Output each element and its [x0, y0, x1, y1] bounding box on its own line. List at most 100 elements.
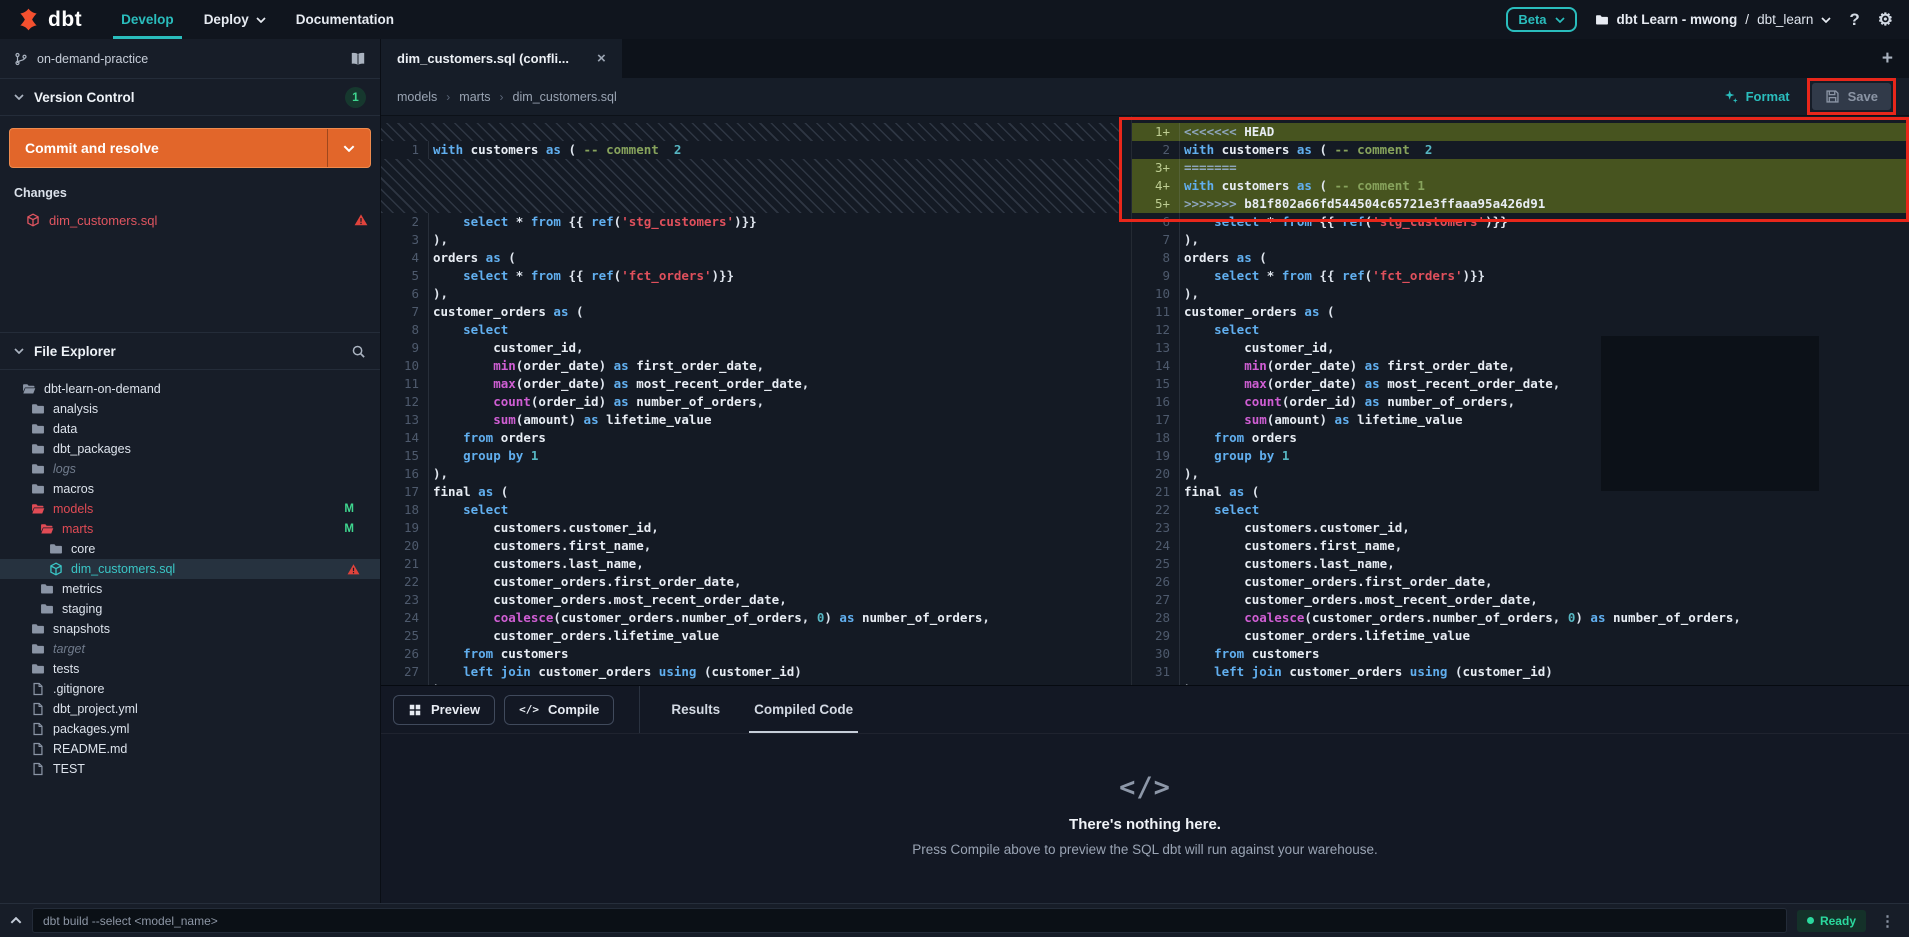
code-line-14[interactable]: 14 from orders: [381, 429, 1119, 447]
chevron-up-icon[interactable]: [10, 917, 22, 924]
code-line-28[interactable]: 28): [381, 681, 1119, 685]
code-line-8[interactable]: 8orders as (: [1132, 249, 1909, 267]
tab-compiled-code[interactable]: Compiled Code: [737, 686, 870, 733]
code-line-13[interactable]: 13 sum(amount) as lifetime_value: [381, 411, 1119, 429]
tree-item-dbt-learn-on-demand[interactable]: dbt-learn-on-demand: [0, 379, 380, 399]
branch-row[interactable]: on-demand-practice: [0, 39, 380, 79]
code-line-9[interactable]: 9 select * from {{ ref('fct_orders')}}: [1132, 267, 1909, 285]
code-line-10[interactable]: 10 min(order_date) as first_order_date,: [381, 357, 1119, 375]
code-line-28[interactable]: 28 coalesce(customer_orders.number_of_or…: [1132, 609, 1909, 627]
code-line-25[interactable]: 25 customer_orders.lifetime_value: [381, 627, 1119, 645]
code-line-3[interactable]: 3+=======: [1132, 159, 1909, 177]
tree-item-tests[interactable]: tests: [0, 659, 380, 679]
commit-dropdown-caret[interactable]: [327, 129, 370, 167]
tree-item-dim_customers.sql[interactable]: dim_customers.sql: [0, 559, 380, 579]
breadcrumb-marts[interactable]: marts: [459, 90, 490, 104]
breadcrumb-file[interactable]: dim_customers.sql: [513, 90, 617, 104]
commit-and-resolve-button[interactable]: Commit and resolve: [9, 128, 371, 168]
tree-item-snapshots[interactable]: snapshots: [0, 619, 380, 639]
code-line-6[interactable]: 6 select * from {{ ref('stg_customers')}…: [1132, 213, 1909, 231]
tree-item-staging[interactable]: staging: [0, 599, 380, 619]
tree-item-TEST[interactable]: TEST: [0, 759, 380, 779]
tree-item-target[interactable]: target: [0, 639, 380, 659]
code-line-24[interactable]: 24 customers.first_name,: [1132, 537, 1909, 555]
code-line-5[interactable]: 5+>>>>>>> b81f802a66fd544504c65721e3ffaa…: [1132, 195, 1909, 213]
breadcrumb-models[interactable]: models: [397, 90, 437, 104]
tree-item-README.md[interactable]: README.md: [0, 739, 380, 759]
code-line-18[interactable]: 18 select: [381, 501, 1119, 519]
code-line-25[interactable]: 25 customers.last_name,: [1132, 555, 1909, 573]
code-line-12[interactable]: 12 count(order_id) as number_of_orders,: [381, 393, 1119, 411]
dbt-logo[interactable]: dbt: [16, 7, 82, 32]
preview-button[interactable]: Preview: [393, 695, 495, 725]
code-line-20[interactable]: 20 customers.first_name,: [381, 537, 1119, 555]
format-button[interactable]: Format: [1723, 89, 1790, 105]
tree-item-data[interactable]: data: [0, 419, 380, 439]
code-line-30[interactable]: 30 from customers: [1132, 645, 1909, 663]
code-line-26[interactable]: 26 from customers: [381, 645, 1119, 663]
tree-item-analysis[interactable]: analysis: [0, 399, 380, 419]
code-line-4[interactable]: 4orders as (: [381, 249, 1119, 267]
editor-pane-left[interactable]: 1with customers as ( -- comment 2 2 selec…: [381, 116, 1119, 685]
code-line-29[interactable]: 29 customer_orders.lifetime_value: [1132, 627, 1909, 645]
beta-button[interactable]: Beta: [1506, 7, 1576, 32]
kebab-menu-icon[interactable]: ⋮: [1876, 912, 1899, 930]
code-line-22[interactable]: 22 customer_orders.first_order_date,: [381, 573, 1119, 591]
tree-item-.gitignore[interactable]: .gitignore: [0, 679, 380, 699]
search-icon[interactable]: [351, 344, 366, 359]
changed-file-row[interactable]: dim_customers.sql: [0, 208, 380, 232]
code-line-26[interactable]: 26 customer_orders.first_order_date,: [1132, 573, 1909, 591]
close-icon[interactable]: ×: [597, 50, 606, 67]
tree-item-dbt_project.yml[interactable]: dbt_project.yml: [0, 699, 380, 719]
code-line-23[interactable]: 23 customers.customer_id,: [1132, 519, 1909, 537]
code-line-10[interactable]: 10),: [1132, 285, 1909, 303]
book-icon[interactable]: [350, 51, 366, 67]
code-line-11[interactable]: 11customer_orders as (: [1132, 303, 1909, 321]
code-line-32[interactable]: 32): [1132, 681, 1909, 685]
tree-item-core[interactable]: core: [0, 539, 380, 559]
compile-button[interactable]: </> Compile: [504, 695, 614, 725]
code-line-15[interactable]: 15 group by 1: [381, 447, 1119, 465]
nav-documentation[interactable]: Documentation: [296, 0, 394, 39]
version-control-header[interactable]: Version Control 1: [0, 79, 380, 116]
code-line-11[interactable]: 11 max(order_date) as most_recent_order_…: [381, 375, 1119, 393]
tree-item-models[interactable]: modelsM: [0, 499, 380, 519]
tree-item-dbt_packages[interactable]: dbt_packages: [0, 439, 380, 459]
code-line-7[interactable]: 7),: [1132, 231, 1909, 249]
tab-results[interactable]: Results: [654, 686, 737, 733]
tree-item-metrics[interactable]: metrics: [0, 579, 380, 599]
account-switcher[interactable]: dbt Learn - mwong / dbt_learn: [1595, 12, 1832, 27]
code-line-2[interactable]: 2with customers as ( -- comment 2: [1132, 141, 1909, 159]
tree-item-marts[interactable]: martsM: [0, 519, 380, 539]
code-line-31[interactable]: 31 left join customer_orders using (cust…: [1132, 663, 1909, 681]
code-line-1[interactable]: 1+<<<<<<< HEAD: [1132, 123, 1909, 141]
save-button[interactable]: Save: [1812, 83, 1891, 110]
code-line-5[interactable]: 5 select * from {{ ref('fct_orders')}}: [381, 267, 1119, 285]
tree-item-macros[interactable]: macros: [0, 479, 380, 499]
code-line-7[interactable]: 7customer_orders as (: [381, 303, 1119, 321]
tree-item-logs[interactable]: logs: [0, 459, 380, 479]
code-line-1[interactable]: 1with customers as ( -- comment 2: [381, 141, 1119, 159]
help-icon[interactable]: ?: [1849, 10, 1859, 30]
file-explorer-header[interactable]: File Explorer: [0, 333, 380, 370]
code-line-22[interactable]: 22 select: [1132, 501, 1909, 519]
tree-item-packages.yml[interactable]: packages.yml: [0, 719, 380, 739]
code-line-2[interactable]: 2 select * from {{ ref('stg_customers')}…: [381, 213, 1119, 231]
code-line-24[interactable]: 24 coalesce(customer_orders.number_of_or…: [381, 609, 1119, 627]
code-line-8[interactable]: 8 select: [381, 321, 1119, 339]
tab-dim-customers[interactable]: dim_customers.sql (confli... ×: [381, 39, 622, 78]
nav-develop[interactable]: Develop: [121, 0, 174, 39]
pane-divider[interactable]: [1119, 116, 1132, 685]
code-line-27[interactable]: 27 left join customer_orders using (cust…: [381, 663, 1119, 681]
nav-deploy[interactable]: Deploy: [204, 0, 266, 39]
code-line-21[interactable]: 21 customers.last_name,: [381, 555, 1119, 573]
code-line-19[interactable]: 19 customers.customer_id,: [381, 519, 1119, 537]
code-line-16[interactable]: 16),: [381, 465, 1119, 483]
code-line-27[interactable]: 27 customer_orders.most_recent_order_dat…: [1132, 591, 1909, 609]
command-input[interactable]: [32, 908, 1787, 933]
code-line-4[interactable]: 4+with customers as ( -- comment 1: [1132, 177, 1909, 195]
code-line-6[interactable]: 6),: [381, 285, 1119, 303]
code-line-3[interactable]: 3),: [381, 231, 1119, 249]
code-line-17[interactable]: 17final as (: [381, 483, 1119, 501]
code-line-9[interactable]: 9 customer_id,: [381, 339, 1119, 357]
